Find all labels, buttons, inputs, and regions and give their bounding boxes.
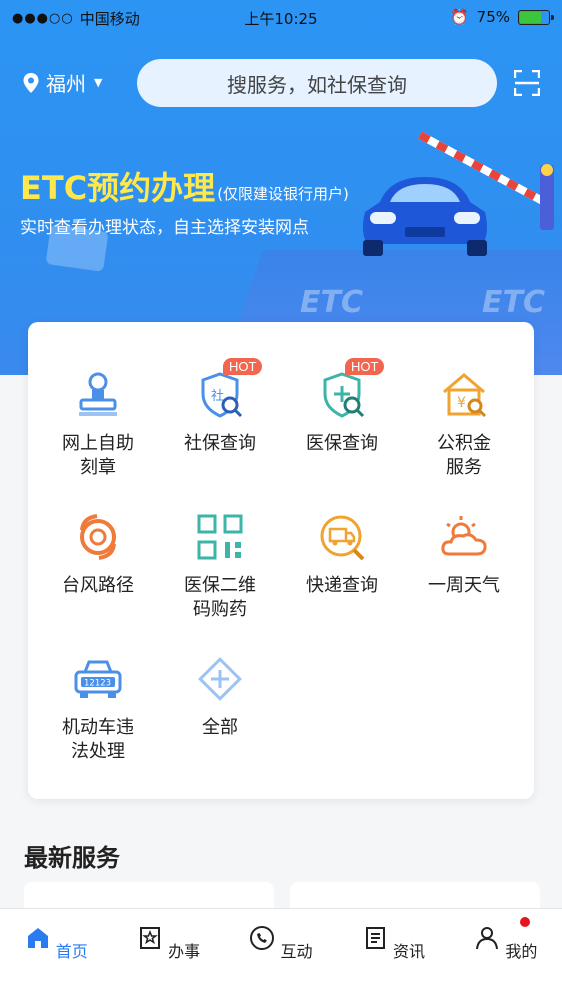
service-item-weather[interactable]: 一周天气 (404, 512, 524, 598)
service-label-line1: 医保二维 (184, 575, 256, 596)
service-item-medical-insurance[interactable]: HOT 医保查询 (282, 358, 402, 456)
tab-label: 我的 (505, 942, 538, 961)
svg-text:12123: 12123 (84, 679, 111, 689)
alarm-icon: ⏰ (449, 8, 469, 26)
status-bar: ●●●○○ 中国移动 上午10:25 ⏰ 75% (0, 0, 562, 36)
news-icon (365, 927, 385, 949)
banner-title: ETC预约办理 (20, 169, 216, 207)
tab-label: 首页 (55, 942, 88, 961)
service-label-line2: 服务 (446, 457, 482, 478)
home-icon (27, 928, 48, 948)
road-mark-left: ETC (300, 285, 363, 320)
banner-description: 实时查看办理状态，自主选择安装网点 (20, 218, 309, 238)
hot-badge: HOT (223, 358, 263, 375)
tab-news[interactable]: 资讯 (337, 909, 449, 1000)
service-label-line1: 公积金 (437, 433, 491, 454)
service-label-line1: 快递查询 (306, 575, 378, 596)
service-label-line1: 全部 (202, 717, 238, 738)
service-item-housing-fund[interactable]: ¥ 公积金服务 (404, 370, 524, 480)
social-security-search-icon: 社 HOT (195, 358, 263, 420)
service-label-line1: 医保查询 (306, 433, 378, 454)
service-item-social-security[interactable]: 社 HOT 社保查询 (160, 358, 280, 456)
medical-insurance-search-icon: HOT (317, 358, 385, 420)
service-label-line1: 一周天气 (428, 575, 500, 596)
service-grid-card: 网上自助 刻章 社 HOT 社保查询 HOT 医保查询 ¥ 公积金 服务 台风路… (28, 322, 534, 799)
service-label-line1: 网上自助 (62, 433, 134, 454)
service-item-express[interactable]: 快递查询 (282, 512, 402, 598)
service-item-typhoon[interactable]: 台风路径 (38, 512, 158, 598)
road-mark-right: ETC (482, 285, 545, 320)
search-input[interactable]: 搜服务，如社保查询 (137, 59, 497, 107)
all-services-icon (195, 654, 245, 704)
housing-fund-icon: ¥ (439, 370, 489, 420)
service-item-seal-engraving[interactable]: 网上自助 刻章 (38, 370, 158, 480)
traffic-violation-icon: 12123 (73, 654, 123, 704)
svg-text:社: 社 (211, 388, 224, 404)
phone-icon (250, 926, 275, 950)
weather-icon (439, 512, 489, 562)
tab-label: 资讯 (392, 942, 425, 961)
hot-badge: HOT (345, 358, 385, 375)
battery-icon (518, 9, 554, 25)
battery-fill (520, 11, 541, 23)
service-label-line2: 法处理 (71, 741, 125, 762)
bottom-tab-bar: 首页 办事 互动 资讯 我的 (0, 908, 562, 1000)
service-item-all[interactable]: 全部 (160, 654, 280, 740)
express-delivery-icon (317, 512, 367, 562)
city-name: 福州 (46, 72, 86, 96)
user-icon (476, 927, 499, 950)
latest-services-title: 最新服务 (24, 844, 120, 872)
typhoon-icon (73, 512, 123, 562)
tab-home[interactable]: 首页 (0, 909, 112, 1000)
tab-mine[interactable]: 我的 (450, 909, 562, 1000)
tab-interaction[interactable]: 互动 (225, 909, 337, 1000)
location-pin-icon (23, 72, 39, 93)
service-label-line1: 社保查询 (184, 433, 256, 454)
banner-subtitle: (仅限建设银行用户) (217, 185, 349, 203)
service-label-line1: 机动车违 (62, 717, 134, 738)
service-label-line1: 台风路径 (62, 575, 134, 596)
qr-code-icon (195, 512, 245, 562)
tab-tasks[interactable]: 办事 (112, 909, 224, 1000)
task-icon (140, 927, 161, 949)
service-item-medical-qr-code[interactable]: 医保二维 码购药 (160, 512, 280, 622)
city-selector[interactable]: 福州 ▼ (22, 68, 102, 97)
banner-title-row: ETC预约办理 (仅限建设银行用户) (20, 163, 349, 209)
chevron-down-icon: ▼ (94, 76, 103, 89)
service-label-line2: 刻章 (80, 457, 116, 478)
scan-icon[interactable] (514, 70, 540, 96)
tab-label: 办事 (168, 942, 201, 961)
service-item-traffic-violation[interactable]: 12123 机动车违法处理 (38, 654, 158, 764)
service-label-line2: 码购药 (193, 599, 247, 620)
battery-percent: 75% (476, 8, 510, 26)
car-icon (362, 177, 488, 256)
svg-text:¥: ¥ (457, 395, 466, 411)
tab-label: 互动 (280, 942, 313, 961)
stamp-icon (73, 370, 123, 420)
notification-dot (520, 917, 531, 927)
